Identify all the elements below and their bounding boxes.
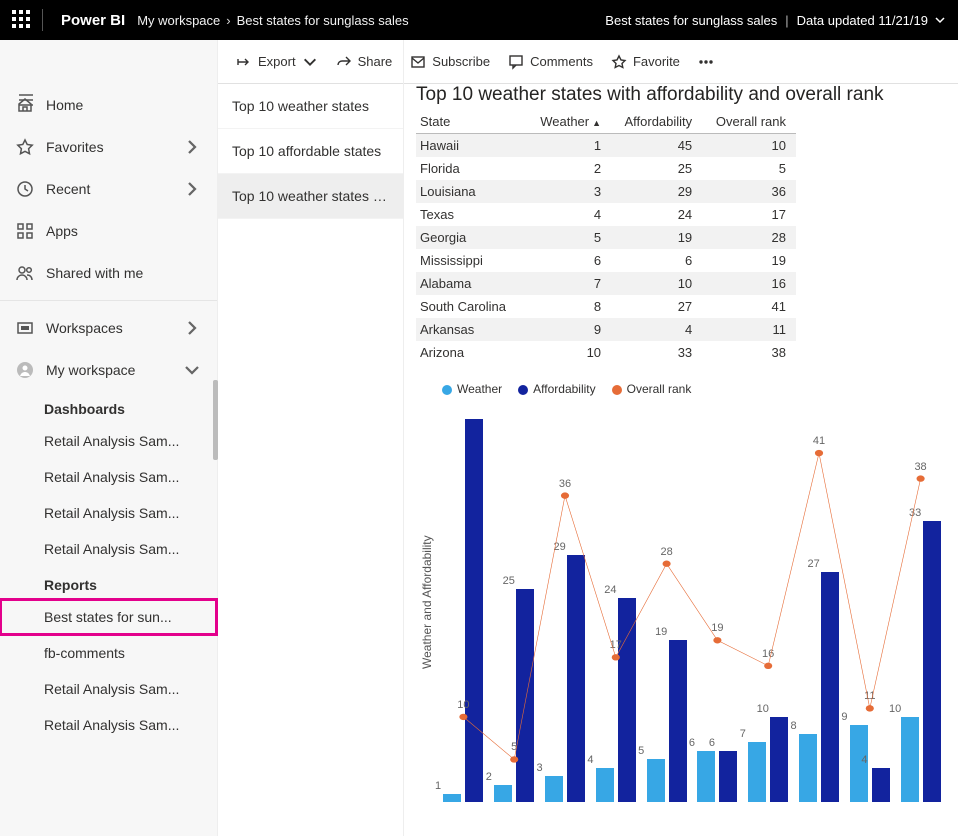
line-point[interactable] [866,705,874,711]
table-row[interactable]: Arizona103338 [416,341,796,364]
data-table[interactable]: StateWeather▲AffordabilityOverall rank H… [416,110,796,364]
y-axis-label: Weather and Affordability [416,402,438,802]
nav-item-label: Recent [46,181,90,197]
workspace-item[interactable]: Retail Analysis Sam... [0,459,217,495]
line-point[interactable] [510,756,518,762]
legend-item[interactable]: Weather [442,382,502,396]
nav-item-label: Favorites [46,139,104,155]
column-header[interactable]: Weather▲ [528,110,611,134]
report-page-tab[interactable]: Top 10 weather states w... [218,174,403,219]
person-circle-icon [16,361,34,379]
line-point[interactable] [561,492,569,498]
column-header[interactable]: State [416,110,528,134]
people-icon [16,264,34,282]
breadcrumb-workspace[interactable]: My workspace [137,13,220,28]
data-updated-dropdown[interactable]: Data updated 11/21/19 [797,13,946,28]
workspace-item[interactable]: fb-comments [0,635,217,671]
chevron-right-icon [183,138,201,156]
nav-item-label: Shared with me [46,265,143,281]
report-canvas: Top 10 weather states with affordability… [404,40,958,836]
chevron-right-icon [183,319,201,337]
table-row[interactable]: Mississippi6619 [416,249,796,272]
nav-item-label: Apps [46,223,78,239]
line-point[interactable] [713,637,721,643]
apps-icon [16,222,34,240]
table-row[interactable]: Hawaii14510 [416,134,796,158]
table-row[interactable]: Texas42417 [416,203,796,226]
clock-icon [16,180,34,198]
line-point[interactable] [815,450,823,456]
nav-apps[interactable]: Apps [0,210,217,252]
report-title: Best states for sunglass sales [605,13,777,28]
workspace-item[interactable]: Retail Analysis Sam... [0,671,217,707]
line-point[interactable] [764,663,772,669]
report-tabs: Top 10 weather statesTop 10 affordable s… [218,40,404,836]
nav-my-workspace[interactable]: My workspace [0,349,217,391]
legend-item[interactable]: Affordability [518,382,595,396]
workspace-item[interactable]: Retail Analysis Sam... [0,531,217,567]
chart[interactable]: Weather and Affordability 14510225532936… [416,402,946,802]
scrollbar-thumb[interactable] [213,380,218,460]
app-launcher-icon[interactable] [12,10,30,31]
table-row[interactable]: Florida2255 [416,157,796,180]
column-header[interactable]: Overall rank [702,110,796,134]
workspace-item[interactable]: Retail Analysis Sam... [0,423,217,459]
workspace-item[interactable]: Best states for sun... [0,599,217,635]
table-row[interactable]: Georgia51928 [416,226,796,249]
table-row[interactable]: Louisiana32936 [416,180,796,203]
workspace-item[interactable]: Retail Analysis Sam... [0,495,217,531]
brand-label: Power BI [61,12,125,29]
breadcrumb-report[interactable]: Best states for sunglass sales [237,13,409,28]
nav-workspaces[interactable]: Workspaces [0,307,217,349]
nav-item-label: My workspace [46,362,135,378]
data-updated-label: Data updated 11/21/19 [797,13,928,28]
chevron-right-icon [183,180,201,198]
table-row[interactable]: Alabama71016 [416,272,796,295]
nav-recent[interactable]: Recent [0,168,217,210]
line-point[interactable] [917,475,925,481]
nav-favorites[interactable]: Favorites [0,126,217,168]
top-bar: Power BI My workspace › Best states for … [0,0,958,40]
report-page-tab[interactable]: Top 10 weather states [218,84,403,129]
workspace-section-reports: Reports [0,567,217,599]
nav-item-label: Home [46,97,83,113]
left-nav: Home Favorites Recent Apps Shared with me Wor… [0,40,218,836]
hamburger-icon[interactable] [14,88,38,112]
line-point[interactable] [663,561,671,567]
visual-title: Top 10 weather states with affordability… [416,84,946,106]
chevron-right-icon: › [226,13,230,28]
overall-rank-line[interactable] [463,453,920,759]
table-row[interactable]: Arkansas9411 [416,318,796,341]
line-point[interactable] [459,714,467,720]
table-row[interactable]: South Carolina82741 [416,295,796,318]
report-page-tab[interactable]: Top 10 affordable states [218,129,403,174]
workspaces-icon [16,319,34,337]
column-header[interactable]: Affordability [611,110,702,134]
chart-legend: Weather Affordability Overall rank [442,382,946,396]
nav-shared-with-me[interactable]: Shared with me [0,252,217,294]
nav-item-label: Workspaces [46,320,123,336]
chevron-right-icon [183,361,201,379]
star-icon [16,138,34,156]
workspace-section-dashboards: Dashboards [0,391,217,423]
line-point[interactable] [612,654,620,660]
workspace-item[interactable]: Retail Analysis Sam... [0,707,217,743]
legend-item[interactable]: Overall rank [612,382,692,396]
chevron-down-icon [934,14,946,26]
